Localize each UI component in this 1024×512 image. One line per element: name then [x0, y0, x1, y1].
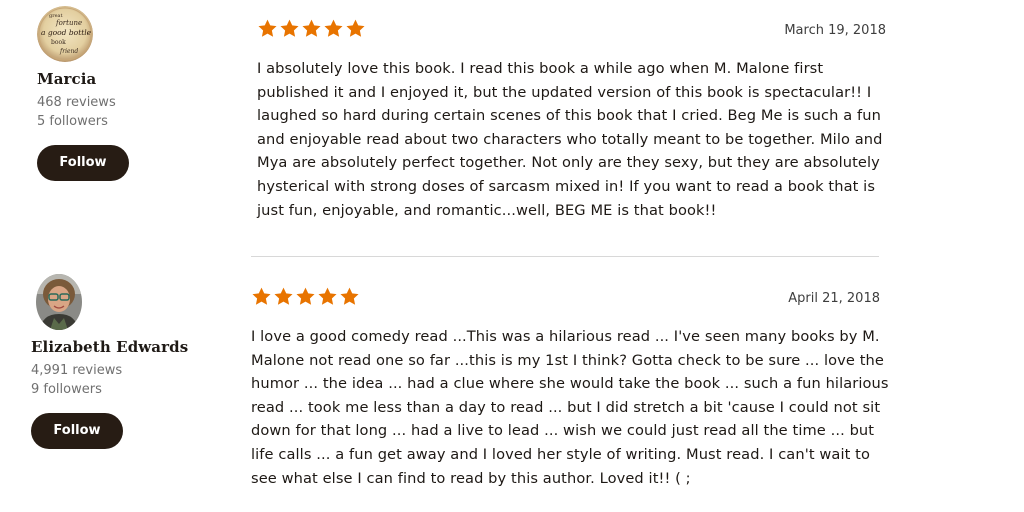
review-content: April 21, 2018 I love a good comedy read…	[251, 286, 891, 490]
star-icon	[273, 286, 294, 307]
review-text: I absolutely love this book. I read this…	[257, 60, 883, 219]
reviewer-review-count: 4,991 reviews	[31, 363, 123, 378]
review-text: I love a good comedy read ...This was a …	[251, 328, 889, 487]
reviewer-followers: 5 followers	[37, 114, 108, 129]
star-icon	[345, 18, 366, 39]
avatar[interactable]	[36, 274, 82, 330]
star-icon	[339, 286, 360, 307]
reviewer-followers: 9 followers	[31, 382, 102, 397]
review-divider	[251, 256, 879, 257]
star-icon	[257, 18, 278, 39]
review-date[interactable]: April 21, 2018	[788, 291, 880, 306]
review-date[interactable]: March 19, 2018	[784, 23, 886, 38]
reviewer-profile: great fortune a good bottle book friend …	[37, 6, 217, 181]
star-icon	[279, 18, 300, 39]
reviewer-profile: Elizabeth Edwards 4,991 reviews 9 follow…	[31, 274, 221, 449]
reviewer-name[interactable]: Marcia	[37, 70, 217, 88]
avatar[interactable]: great fortune a good bottle book friend	[37, 6, 93, 62]
star-icon	[295, 286, 316, 307]
avatar-text-line: a good bottle	[41, 28, 92, 37]
star-icon	[301, 18, 322, 39]
star-icon	[317, 286, 338, 307]
reviewer-review-count: 468 reviews	[37, 95, 116, 110]
star-icon	[251, 286, 272, 307]
follow-button[interactable]: Follow	[37, 145, 129, 181]
avatar-text-line: friend	[59, 48, 78, 55]
reviewer-name[interactable]: Elizabeth Edwards	[31, 338, 221, 356]
review-content: March 19, 2018 I absolutely love this bo…	[257, 18, 889, 222]
avatar-image	[36, 274, 82, 330]
avatar-text-line: fortune	[55, 19, 82, 27]
star-icon	[323, 18, 344, 39]
avatar-text-line: book	[51, 39, 66, 46]
avatar-image: great fortune a good bottle book friend	[37, 6, 93, 62]
follow-button[interactable]: Follow	[31, 413, 123, 449]
